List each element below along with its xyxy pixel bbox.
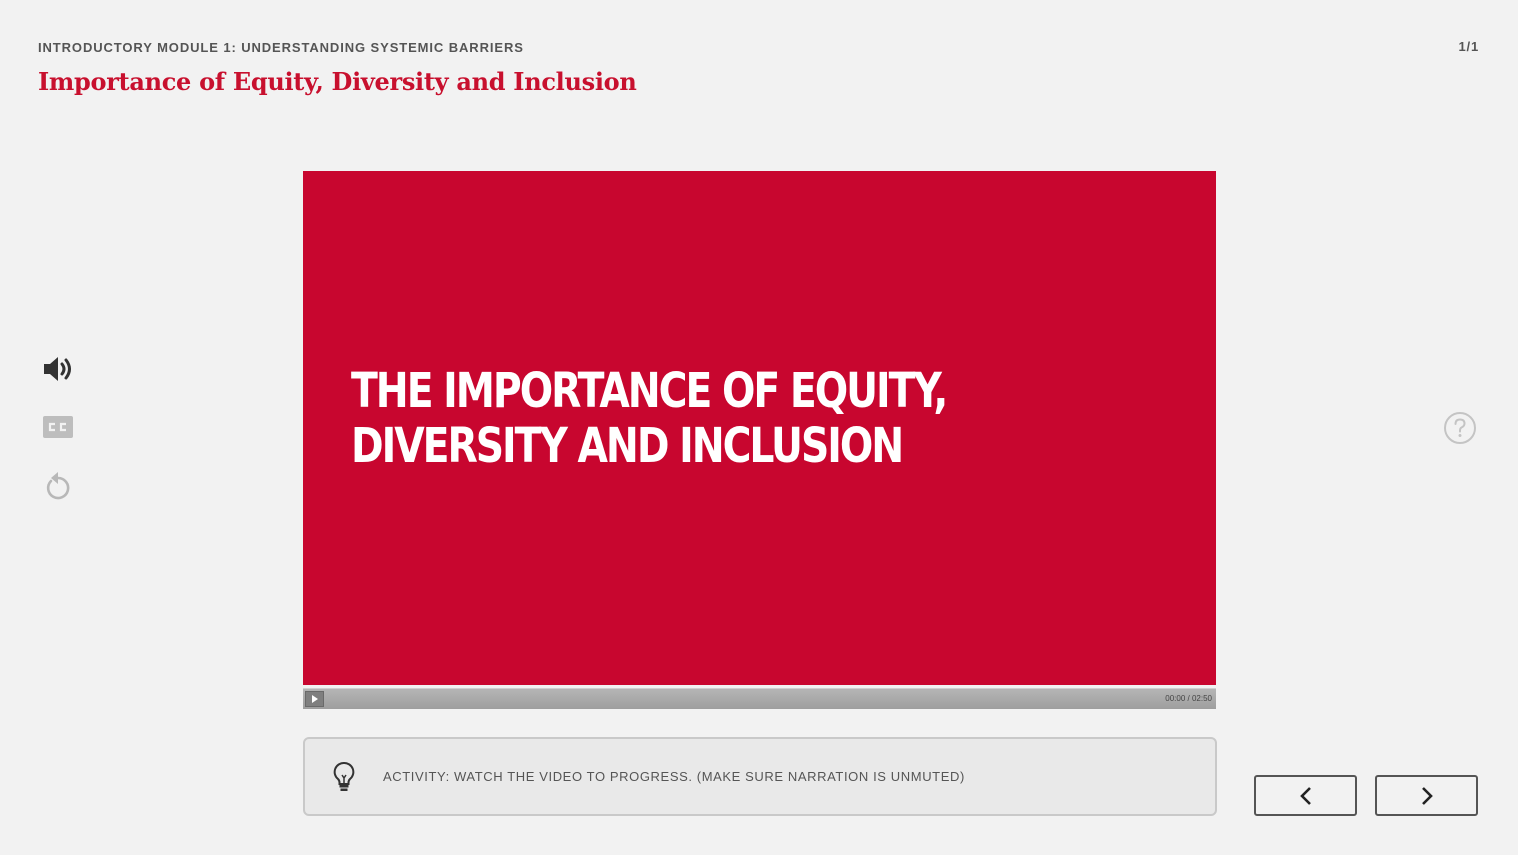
chevron-left-icon	[1299, 786, 1311, 805]
play-icon	[311, 695, 318, 703]
previous-button[interactable]	[1254, 775, 1357, 816]
help-icon	[1444, 412, 1476, 444]
activity-box: ACTIVITY: WATCH THE VIDEO TO PROGRESS. (…	[303, 737, 1217, 816]
time-readout: 00:00 / 02:50	[1165, 694, 1212, 703]
closed-captions-icon	[43, 416, 73, 438]
replay-button[interactable]	[40, 468, 76, 504]
replay-icon	[46, 472, 70, 500]
video-slide-title: THE IMPORTANCE OF EQUITY, DIVERSITY AND …	[351, 363, 948, 474]
chevron-right-icon	[1421, 786, 1433, 805]
activity-instructions: ACTIVITY: WATCH THE VIDEO TO PROGRESS. (…	[383, 769, 965, 784]
video-control-bar: 00:00 / 02:50	[303, 688, 1216, 709]
audio-toggle-button[interactable]	[40, 351, 76, 387]
help-button[interactable]	[1442, 410, 1478, 446]
play-button[interactable]	[305, 691, 324, 707]
seek-bar[interactable]	[327, 689, 1146, 709]
lightbulb-icon	[333, 761, 355, 791]
page-title: Importance of Equity, Diversity and Incl…	[38, 67, 637, 96]
page-counter: 1/1	[1458, 39, 1479, 54]
module-label: INTRODUCTORY MODULE 1: UNDERSTANDING SYS…	[38, 40, 524, 55]
speaker-icon	[44, 357, 71, 381]
captions-toggle-button[interactable]	[40, 409, 76, 445]
next-button[interactable]	[1375, 775, 1478, 816]
video-player[interactable]: THE IMPORTANCE OF EQUITY, DIVERSITY AND …	[303, 171, 1216, 685]
